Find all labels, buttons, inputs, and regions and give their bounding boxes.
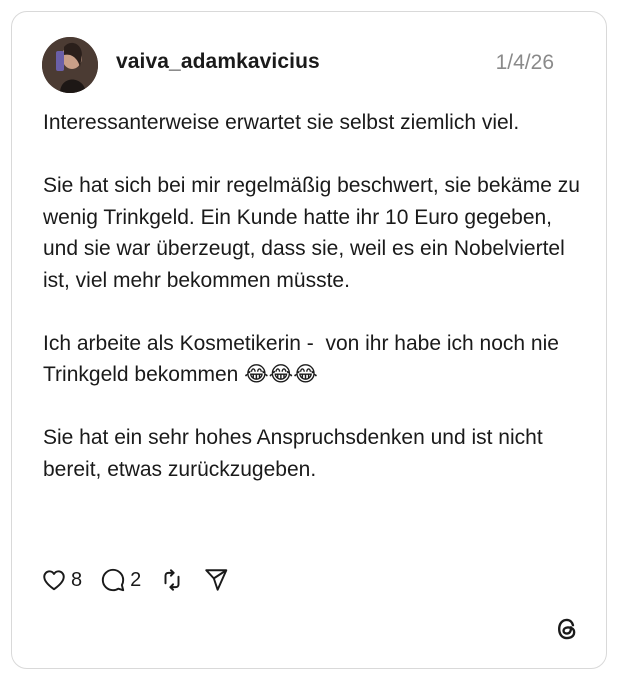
avatar[interactable]	[42, 37, 98, 93]
post-paragraph: Sie hat sich bei mir regelmäßig beschwer…	[43, 174, 586, 292]
post-paragraph: Ich arbeite als Kosmetikerin - von ihr h…	[43, 331, 565, 387]
threads-logo-icon	[554, 616, 580, 642]
post-card: vaiva_adamkavicius 1/4/26 Interessanterw…	[11, 11, 607, 669]
username[interactable]: vaiva_adamkavicius	[116, 50, 320, 74]
post-body: Interessanterweise erwartet sie selbst z…	[43, 107, 583, 517]
send-icon	[203, 567, 229, 593]
reply-count: 2	[130, 568, 142, 591]
share-button[interactable]	[203, 567, 229, 593]
post-paragraph: Interessanterweise erwartet sie selbst z…	[43, 111, 520, 134]
like-count: 8	[71, 568, 83, 591]
reply-button[interactable]: 2	[100, 567, 141, 593]
post-date: 1/4/26	[495, 51, 554, 74]
action-bar: 8 2	[41, 565, 247, 595]
heart-icon	[41, 567, 67, 593]
repost-icon	[159, 567, 185, 593]
post-paragraph: Sie hat ein sehr hohes Anspruchsdenken u…	[43, 426, 555, 481]
repost-button[interactable]	[159, 567, 185, 593]
like-button[interactable]: 8	[41, 567, 82, 593]
speech-bubble-icon	[100, 567, 126, 593]
